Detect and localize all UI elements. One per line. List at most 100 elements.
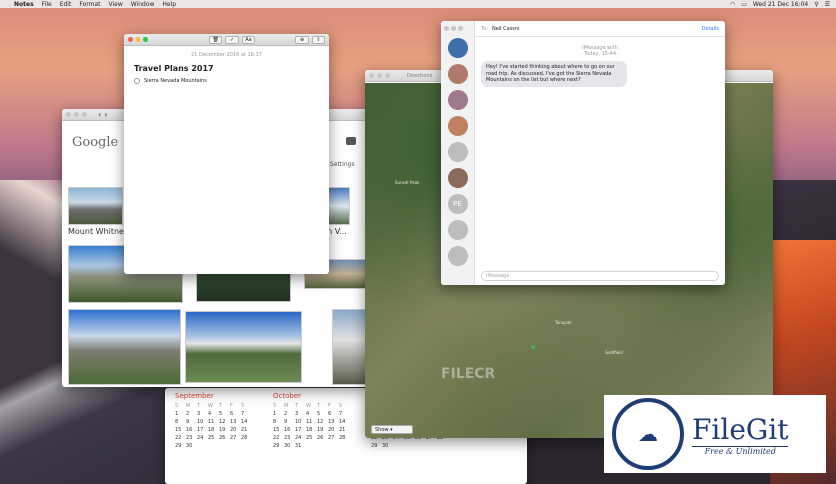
calendar-day[interactable]: 25 [208,435,218,441]
calendar-day[interactable]: 18 [306,427,316,433]
calendar-day[interactable]: 7 [339,411,349,417]
calendar-day[interactable]: 6 [328,411,338,417]
menu-view[interactable]: View [108,1,122,8]
checklist-item[interactable]: Sierra Nevada Mountains [134,78,329,84]
close-icon[interactable] [128,37,133,42]
calendar-day[interactable]: 15 [175,427,185,433]
menu-help[interactable]: Help [162,1,176,8]
calendar-day[interactable]: 28 [339,435,349,441]
minimize-icon[interactable] [135,37,141,42]
calendar-day[interactable]: 13 [230,419,240,425]
conversation-avatar[interactable] [447,38,468,58]
calendar-day[interactable]: 4 [306,411,316,417]
conversation-avatar[interactable] [447,220,468,240]
conversation-avatar[interactable]: PE [447,194,468,214]
add-people-icon[interactable]: ⊕ [295,35,309,44]
message-bubble[interactable]: Hey! I've started thinking about where t… [481,61,627,87]
calendar-day[interactable]: 21 [339,427,349,433]
wifi-icon[interactable]: ◠ [730,1,735,8]
calendar-day[interactable]: 22 [273,435,283,441]
image-result[interactable] [332,309,368,385]
calendar-day[interactable]: 20 [230,427,240,433]
share-icon[interactable]: ⇪ [311,35,325,44]
calendar-day[interactable]: 30 [186,443,196,449]
directions-button[interactable]: Directions [407,73,432,79]
calendar-day[interactable]: 12 [317,419,327,425]
clock[interactable]: Wed 21 Dec 16:04 [753,1,808,8]
menu-format[interactable]: Format [79,1,100,8]
calendar-day[interactable]: 23 [284,435,294,441]
calendar-day[interactable]: 3 [295,411,305,417]
calendar-day[interactable]: 30 [284,443,294,449]
calendar-day[interactable]: 13 [328,419,338,425]
calendar-day[interactable]: 3 [197,411,207,417]
calendar-day[interactable]: 19 [219,427,229,433]
conversation-avatar[interactable] [447,64,468,84]
conversation-avatar[interactable] [447,168,468,188]
calendar-day[interactable]: 22 [175,435,185,441]
calendar-day[interactable]: 5 [219,411,229,417]
image-result[interactable] [68,309,181,385]
calendar-day[interactable]: 20 [328,427,338,433]
image-result[interactable] [185,311,302,383]
calendar-day[interactable]: 29 [273,443,283,449]
back-icon[interactable]: ‹ [98,110,101,119]
calendar-day[interactable]: 26 [219,435,229,441]
calendar-day[interactable]: 18 [208,427,218,433]
calendar-day[interactable]: 10 [295,419,305,425]
show-dropdown[interactable]: Show ▾ [371,425,413,434]
menu-app-name[interactable]: Notes [14,1,34,8]
conversation-avatar[interactable] [447,246,468,266]
calendar-day[interactable]: 24 [197,435,207,441]
calendar-day[interactable]: 15 [273,427,283,433]
checklist-item-label[interactable]: Sierra Nevada Mountains [144,78,207,84]
calendar-day[interactable]: 2 [284,411,294,417]
calendar-day[interactable]: 31 [295,443,305,449]
camera-icon[interactable] [346,137,356,145]
calendar-day[interactable]: 8 [273,419,283,425]
calendar-day[interactable]: 30 [382,443,392,449]
calendar-day[interactable]: 25 [306,435,316,441]
calendar-day[interactable]: 27 [230,435,240,441]
calendar-day[interactable]: 12 [219,419,229,425]
calendar-day[interactable]: 8 [175,419,185,425]
calendar-day[interactable]: 1 [175,411,185,417]
calendar-day[interactable]: 6 [230,411,240,417]
search-icon[interactable]: ⚲ [814,1,818,8]
calendar-day[interactable]: 11 [208,419,218,425]
calendar-day[interactable]: 14 [339,419,349,425]
calendar-day[interactable]: 17 [197,427,207,433]
calendar-day[interactable]: 7 [241,411,251,417]
calendar-day[interactable]: 21 [241,427,251,433]
map-pin[interactable] [531,345,535,349]
calendar-day[interactable]: 2 [186,411,196,417]
calendar-day[interactable]: 10 [197,419,207,425]
delete-icon[interactable]: 🗑 [209,35,223,44]
menu-edit[interactable]: Edit [60,1,72,8]
calendar-day[interactable]: 1 [273,411,283,417]
image-result[interactable] [68,187,123,225]
settings-link[interactable]: Settings [330,161,355,168]
checkbox-icon[interactable] [134,78,140,84]
calendar-day[interactable]: 5 [317,411,327,417]
calendar-day[interactable]: 23 [186,435,196,441]
menu-list-icon[interactable]: ☰ [825,1,830,8]
image-result[interactable] [328,187,350,225]
checklist-icon[interactable]: ✓ [225,35,239,44]
conversation-avatar[interactable] [447,90,468,110]
calendar-day[interactable]: 11 [306,419,316,425]
battery-icon[interactable]: ▭ [741,1,747,8]
calendar-day[interactable]: 28 [241,435,251,441]
calendar-day[interactable]: 17 [295,427,305,433]
calendar-day[interactable]: 19 [317,427,327,433]
details-button[interactable]: Details [702,26,719,32]
forward-icon[interactable]: › [104,110,107,119]
calendar-day[interactable]: 26 [317,435,327,441]
image-caption[interactable]: Mount Whitney [68,227,129,236]
menu-file[interactable]: File [42,1,52,8]
calendar-day[interactable]: 16 [186,427,196,433]
calendar-day[interactable]: 4 [208,411,218,417]
calendar-day[interactable]: 29 [175,443,185,449]
menu-window[interactable]: Window [131,1,155,8]
format-button[interactable]: Aa [241,35,256,44]
